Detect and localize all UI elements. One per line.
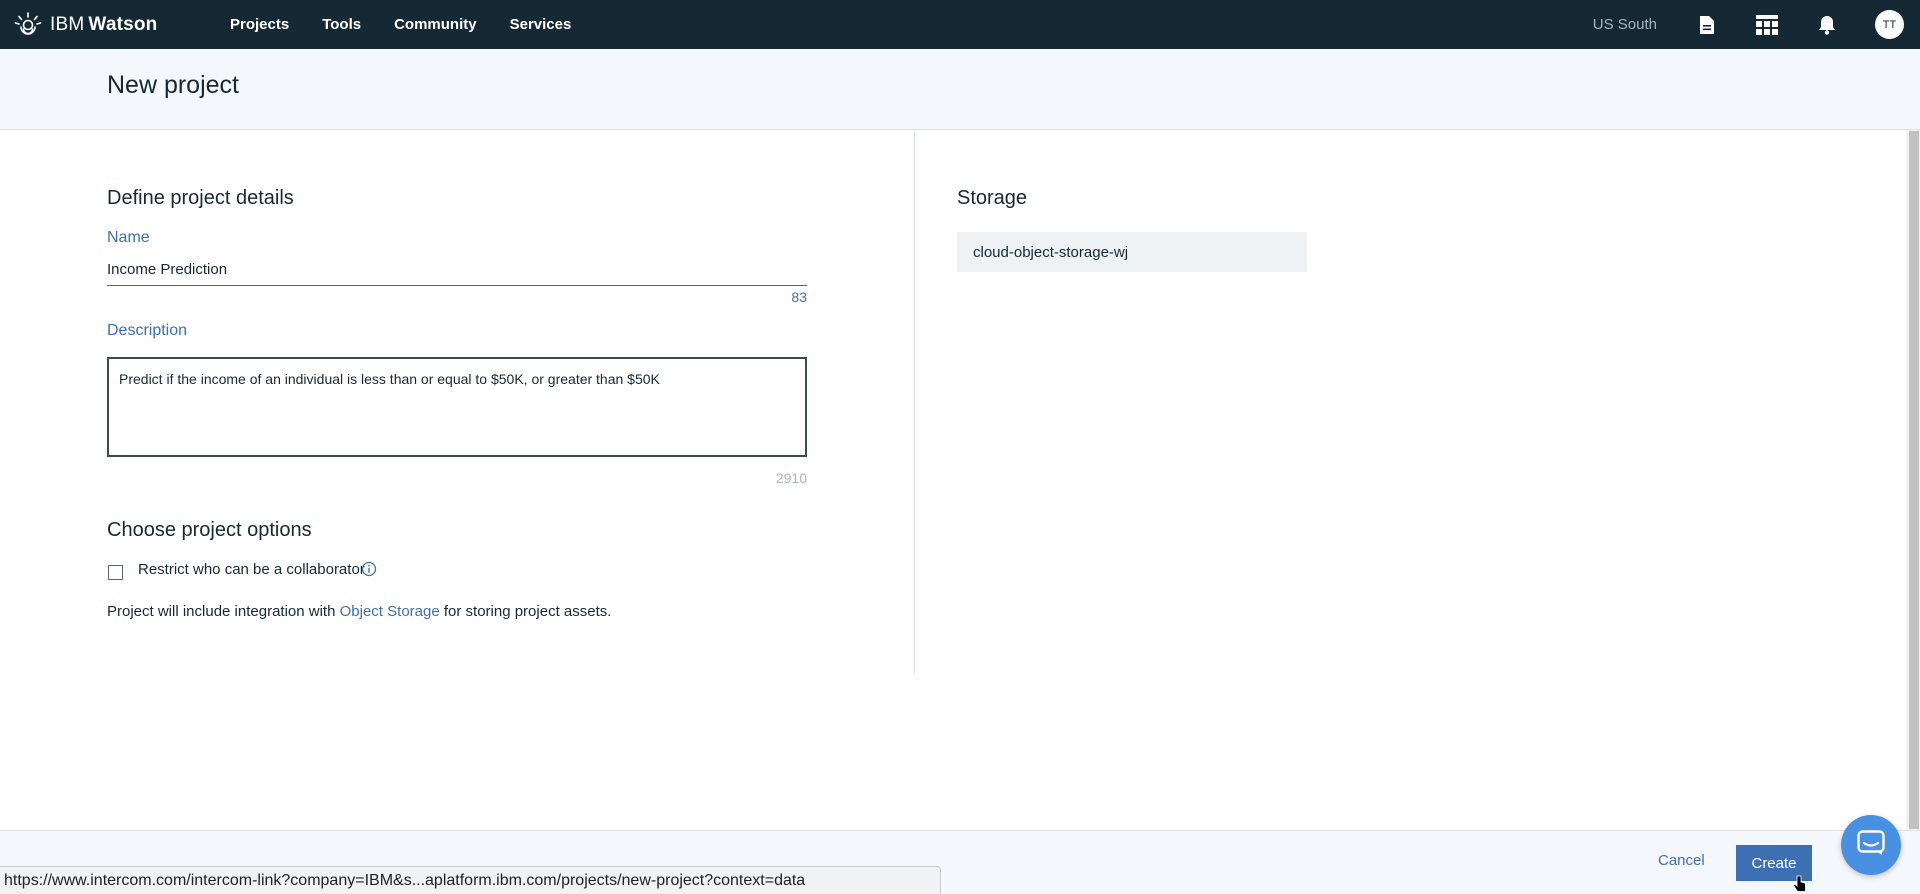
description-label: Description [107,322,188,339]
browser-status-url: https://www.intercom.com/intercom-link?c… [0,866,941,894]
description-char-counter: 2910 [775,470,807,486]
page-title: New project [107,71,239,99]
nav-tools[interactable]: Tools [322,16,361,33]
main-nav: Projects Tools Community Services [230,16,604,33]
watson-logo-icon [14,11,42,39]
name-label: Name [107,229,150,246]
nav-community[interactable]: Community [394,16,477,33]
catalog-grid-icon[interactable] [1755,13,1779,37]
page-header: New project [0,49,1920,130]
chat-icon [1857,829,1885,861]
storage-instance-select[interactable]: cloud-object-storage-wj [957,232,1307,272]
region-selector[interactable]: US South [1593,16,1657,33]
object-storage-link[interactable]: Object Storage [340,603,440,620]
hand-cursor-icon [1792,875,1807,894]
scrollbar-thumb[interactable] [1909,131,1919,829]
storage-heading: Storage [957,187,1028,209]
nav-services[interactable]: Services [510,16,572,33]
restrict-collaborator-checkbox[interactable] [108,565,123,580]
topbar-actions: US South TT [1593,0,1920,49]
column-divider [914,130,915,674]
restrict-collaborator-label[interactable]: Restrict who can be a collaborator [138,561,365,578]
user-avatar[interactable]: TT [1875,10,1904,39]
storage-instance-value: cloud-object-storage-wj [973,243,1129,261]
top-navigation-bar: IBM Watson Projects Tools Community Servi… [0,0,1920,49]
project-options-heading: Choose project options [107,519,312,541]
brand[interactable]: IBM Watson [14,11,230,39]
document-icon[interactable] [1695,13,1719,37]
project-description-textarea[interactable]: Predict if the income of an individual i… [107,357,807,457]
bell-icon[interactable] [1815,13,1839,37]
chat-launcher-button[interactable] [1841,815,1901,875]
info-icon[interactable] [361,561,377,582]
define-details-heading: Define project details [107,187,294,209]
nav-projects[interactable]: Projects [230,16,289,33]
cancel-button[interactable]: Cancel [1658,852,1705,869]
brand-text: IBM Watson [50,13,158,35]
project-name-input[interactable] [107,253,807,286]
name-char-counter: 83 [791,289,807,305]
integration-note: Project will include integration with Ob… [107,603,612,620]
